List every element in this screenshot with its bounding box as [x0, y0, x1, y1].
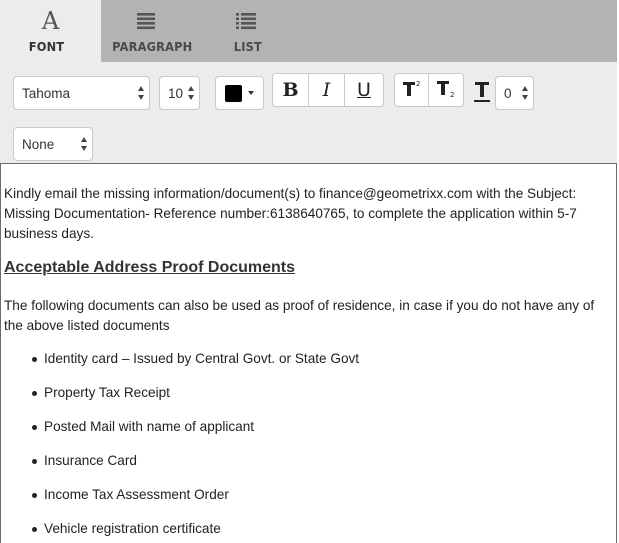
- bold-button[interactable]: B: [272, 73, 309, 107]
- text-transform-select[interactable]: None: [13, 127, 93, 161]
- select-arrows-icon: [80, 137, 87, 151]
- italic-button[interactable]: I: [309, 73, 345, 107]
- list-item: Property Tax Receipt: [32, 383, 170, 403]
- letter-spacing-value: 0: [504, 85, 512, 101]
- subscript-button[interactable]: 2: [429, 73, 464, 107]
- text-color-picker[interactable]: [215, 76, 264, 110]
- font-icon: A: [0, 7, 101, 35]
- font-size-value: 10: [168, 85, 184, 101]
- intro-paragraph: Kindly email the missing information/doc…: [4, 186, 577, 241]
- italic-icon: I: [322, 79, 331, 101]
- select-arrows-icon: [521, 86, 528, 100]
- format-tab-bar: A FONT PARAGRAPH LIST: [0, 0, 617, 62]
- svg-text:2: 2: [416, 80, 420, 88]
- tab-font[interactable]: A FONT: [0, 0, 101, 62]
- script-group: 2 2: [394, 73, 464, 107]
- tab-list-label: LIST: [233, 40, 263, 54]
- subscript-icon: 2: [435, 78, 457, 102]
- underline-icon: U: [357, 79, 371, 101]
- tab-font-label: FONT: [28, 40, 65, 54]
- font-family-value: Tahoma: [22, 85, 71, 101]
- color-swatch: [225, 84, 242, 102]
- svg-text:2: 2: [450, 91, 454, 98]
- font-icon-glyph: A: [41, 7, 60, 35]
- list-item: Insurance Card: [32, 451, 137, 471]
- bold-icon: B: [282, 79, 299, 101]
- section-heading: Acceptable Address Proof Documents: [4, 259, 296, 276]
- text-style-group: B I U: [272, 73, 384, 107]
- font-family-select[interactable]: Tahoma: [13, 76, 150, 110]
- letter-spacing-select[interactable]: 0: [495, 76, 534, 110]
- select-arrows-icon: [187, 86, 194, 100]
- paragraph-align-icon: [101, 8, 191, 34]
- tab-paragraph[interactable]: PARAGRAPH: [101, 0, 193, 62]
- superscript-button[interactable]: 2: [394, 73, 429, 107]
- superscript-icon: 2: [401, 78, 423, 102]
- chevron-down-icon: [248, 91, 254, 95]
- letter-spacing-icon: [473, 81, 493, 107]
- font-size-select[interactable]: 10: [159, 76, 200, 110]
- list-item: Identity card – Issued by Central Govt. …: [31, 349, 359, 369]
- list-icon: [191, 8, 301, 34]
- list-item: Income Tax Assessment Order: [32, 485, 229, 505]
- list-item: Posted Mail with name of applicant: [31, 417, 254, 437]
- tab-list[interactable]: LIST: [191, 0, 301, 62]
- tab-paragraph-label: PARAGRAPH: [112, 40, 193, 54]
- rich-text-editor[interactable]: Kindly email the missing information/doc…: [0, 163, 617, 543]
- text-transform-value: None: [22, 136, 55, 152]
- font-toolbar: Tahoma 10 B I U 2 2 0 None: [0, 62, 617, 163]
- select-arrows-icon: [137, 86, 144, 100]
- description-paragraph: The following documents can also be used…: [4, 298, 595, 333]
- list-item: Vehicle registration certificate: [32, 519, 221, 539]
- underline-button[interactable]: U: [345, 73, 384, 107]
